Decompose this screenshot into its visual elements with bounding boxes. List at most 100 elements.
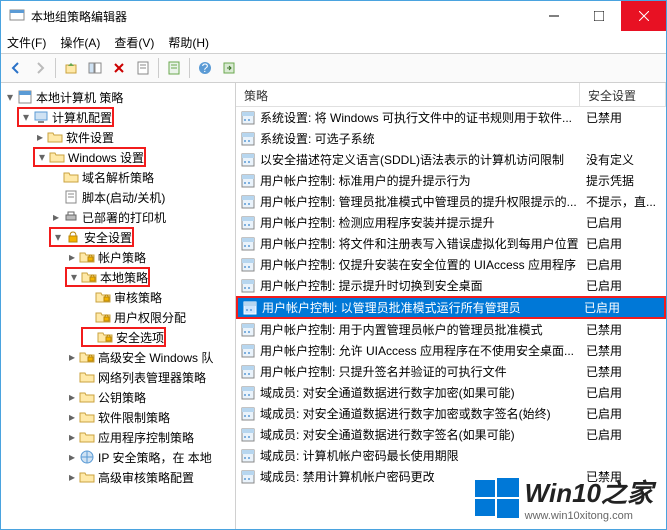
svg-text:?: ? (202, 61, 209, 75)
policy-row[interactable]: 以安全描述符定义语言(SDDL)语法表示的计算机访问限制没有定义 (236, 149, 666, 170)
up-button[interactable] (60, 57, 82, 79)
expand-icon[interactable]: ▸ (65, 470, 79, 484)
maximize-button[interactable] (576, 1, 621, 31)
delete-button[interactable] (108, 57, 130, 79)
toolbar: ? (1, 53, 666, 83)
policy-name: 域成员: 对安全通道数据进行数字加密(如果可能) (260, 384, 586, 401)
tree-item[interactable]: ▸ 帐户策略 (1, 247, 235, 267)
tree-item[interactable]: 网络列表管理器策略 (1, 367, 235, 387)
policy-name: 用户帐户控制: 提示提升时切换到安全桌面 (260, 277, 586, 294)
folder-icon (47, 129, 63, 145)
tree-item[interactable]: ▾ 安全设置 (1, 227, 235, 247)
help-button[interactable]: ? (194, 57, 216, 79)
policy-row[interactable]: 用户帐户控制: 只提升签名并验证的可执行文件已禁用 (236, 361, 666, 382)
expand-icon[interactable]: ▾ (19, 110, 33, 124)
refresh-button[interactable] (163, 57, 185, 79)
folder-icon (49, 149, 65, 165)
printer-icon (63, 209, 79, 225)
menubar: 文件(F) 操作(A) 查看(V) 帮助(H) (1, 31, 666, 53)
tree-item[interactable]: 审核策略 (1, 287, 235, 307)
menu-action[interactable]: 操作(A) (60, 34, 100, 51)
watermark-url: www.win10xitong.com (525, 510, 653, 522)
folder-icon (79, 429, 95, 445)
tree-item[interactable]: ▸应用程序控制策略 (1, 427, 235, 447)
policy-row[interactable]: 用户帐户控制: 管理员批准模式中管理员的提升权限提示的...不提示，直... (236, 191, 666, 212)
policy-row[interactable]: 域成员: 对安全通道数据进行数字加密或数字签名(始终)已启用 (236, 403, 666, 424)
policy-row[interactable]: 用户帐户控制: 允许 UIAccess 应用程序在不使用安全桌面...已禁用 (236, 340, 666, 361)
policy-item-icon (240, 236, 256, 252)
policy-row[interactable]: 用户帐户控制: 将文件和注册表写入错误虚拟化到每用户位置已启用 (236, 233, 666, 254)
policy-setting: 已启用 (586, 235, 666, 252)
tree-item[interactable]: 脚本(启动/关机) (1, 187, 235, 207)
tree-item[interactable]: ▾Windows 设置 (1, 147, 235, 167)
policy-setting: 已启用 (586, 426, 666, 443)
menu-help[interactable]: 帮助(H) (168, 34, 209, 51)
policy-row[interactable]: 用户帐户控制: 检测应用程序安装并提示提升已启用 (236, 212, 666, 233)
policy-setting: 已启用 (586, 214, 666, 231)
back-button[interactable] (5, 57, 27, 79)
expand-icon[interactable]: ▾ (51, 230, 65, 244)
expand-icon[interactable]: ▾ (67, 270, 81, 284)
policy-row[interactable]: 域成员: 对安全通道数据进行数字签名(如果可能)已启用 (236, 424, 666, 445)
tree-item[interactable]: ▸软件设置 (1, 127, 235, 147)
menu-file[interactable]: 文件(F) (7, 34, 46, 51)
tree-item[interactable]: ▸高级审核策略配置 (1, 467, 235, 487)
tree-item[interactable]: ▸高级安全 Windows 队 (1, 347, 235, 367)
policy-setting: 提示凭据 (586, 172, 666, 189)
policy-row[interactable]: 用户帐户控制: 提示提升时切换到安全桌面已启用 (236, 275, 666, 296)
expand-icon[interactable]: ▸ (33, 130, 47, 144)
properties-button[interactable] (132, 57, 154, 79)
policy-item-icon (240, 427, 256, 443)
folder-icon (63, 169, 79, 185)
tree-item[interactable]: 域名解析策略 (1, 167, 235, 187)
tree-root[interactable]: ▾ 本地计算机 策略 (1, 87, 235, 107)
expand-icon[interactable]: ▸ (49, 210, 63, 224)
policy-row[interactable]: 系统设置: 可选子系统 (236, 128, 666, 149)
tree-label: 域名解析策略 (82, 169, 154, 186)
policy-setting: 已启用 (586, 405, 666, 422)
menu-view[interactable]: 查看(V) (114, 34, 154, 51)
tree-item[interactable]: ▾计算机配置 (1, 107, 235, 127)
list-body[interactable]: 系统设置: 将 Windows 可执行文件中的证书规则用于软件...已禁用系统设… (236, 107, 666, 529)
tree-item[interactable]: ▸软件限制策略 (1, 407, 235, 427)
expand-icon[interactable]: ▸ (65, 250, 79, 264)
export-button[interactable] (218, 57, 240, 79)
expand-icon[interactable]: ▸ (65, 450, 79, 464)
tree-item[interactable]: ▸ 公钥策略 (1, 387, 235, 407)
policy-item-icon (242, 300, 258, 316)
column-policy[interactable]: 策略 (236, 83, 580, 106)
tree-item[interactable]: ▸已部署的打印机 (1, 207, 235, 227)
tree-label: 审核策略 (114, 289, 162, 306)
tree-label: 安全设置 (84, 229, 132, 246)
policy-row[interactable]: 用户帐户控制: 用于内置管理员帐户的管理员批准模式已禁用 (236, 319, 666, 340)
policy-item-icon (240, 173, 256, 189)
tree-label: 公钥策略 (98, 389, 146, 406)
policy-row[interactable]: 域成员: 计算机帐户密码最长使用期限 (236, 445, 666, 466)
close-button[interactable] (621, 1, 666, 31)
expand-icon[interactable]: ▸ (65, 390, 79, 404)
tree-item[interactable]: 安全选项 (1, 327, 235, 347)
policy-name: 用户帐户控制: 只提升签名并验证的可执行文件 (260, 363, 586, 380)
list-header[interactable]: 策略 安全设置 (236, 83, 666, 107)
tree-item[interactable]: ▾本地策略 (1, 267, 235, 287)
expand-icon[interactable]: ▾ (3, 90, 17, 104)
titlebar: 本地组策略编辑器 (1, 1, 666, 31)
expand-icon[interactable]: ▸ (65, 410, 79, 424)
policy-row[interactable]: 用户帐户控制: 标准用户的提升提示行为提示凭据 (236, 170, 666, 191)
policy-row[interactable]: 用户帐户控制: 以管理员批准模式运行所有管理员已启用 (236, 296, 666, 319)
separator (55, 58, 56, 78)
expand-icon[interactable]: ▸ (65, 430, 79, 444)
policy-row[interactable]: 用户帐户控制: 仅提升安装在安全位置的 UIAccess 应用程序已启用 (236, 254, 666, 275)
expand-icon[interactable]: ▸ (65, 350, 79, 364)
show-hide-tree-button[interactable] (84, 57, 106, 79)
column-setting[interactable]: 安全设置 (580, 83, 666, 106)
tree-pane[interactable]: ▾ 本地计算机 策略 ▾计算机配置▸软件设置▾Windows 设置域名解析策略脚… (1, 83, 236, 529)
tree-label: 帐户策略 (98, 249, 146, 266)
minimize-button[interactable] (531, 1, 576, 31)
policy-row[interactable]: 域成员: 对安全通道数据进行数字加密(如果可能)已启用 (236, 382, 666, 403)
forward-button[interactable] (29, 57, 51, 79)
tree-item[interactable]: 用户权限分配 (1, 307, 235, 327)
expand-icon[interactable]: ▾ (35, 150, 49, 164)
policy-row[interactable]: 系统设置: 将 Windows 可执行文件中的证书规则用于软件...已禁用 (236, 107, 666, 128)
tree-item[interactable]: ▸IP 安全策略，在 本地 (1, 447, 235, 467)
